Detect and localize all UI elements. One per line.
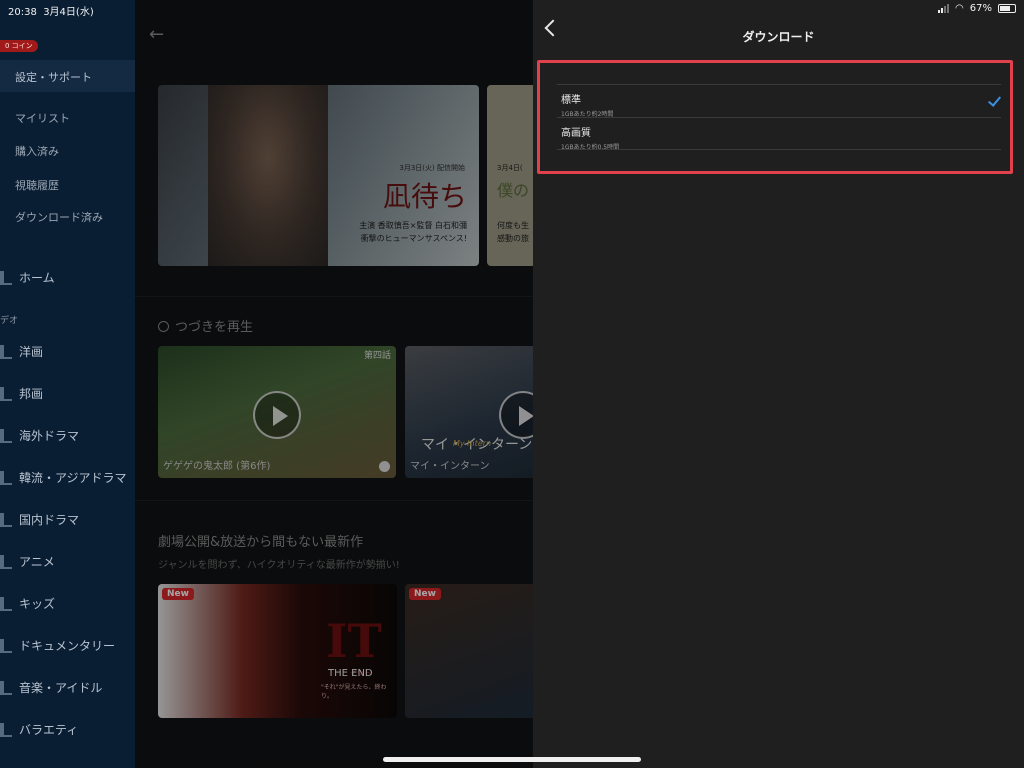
- option-divider: [557, 117, 1001, 118]
- poster-second[interactable]: New: [405, 584, 533, 718]
- history-icon: [158, 321, 169, 332]
- battery-percent: 67%: [969, 3, 992, 14]
- banner-date: 3月3日(火) 配信開始: [399, 164, 465, 172]
- option-high-quality[interactable]: 高画質 1GBあたり約0.5時間: [561, 124, 619, 151]
- mic-icon: [0, 722, 12, 737]
- sidebar-item-label: 邦画: [19, 387, 44, 401]
- wifi-icon: ◠: [955, 3, 964, 14]
- new-releases-title: 劇場公開&放送から間もない最新作: [158, 535, 364, 550]
- sidebar-item-settings[interactable]: 設定・サポート: [0, 60, 135, 92]
- sidebar: 0 コイン 設定・サポート マイリスト 購入済み 視聴履歴 ダウンロード済み ホ…: [0, 0, 135, 768]
- sidebar-item-anime[interactable]: アニメ: [0, 553, 55, 570]
- sidebar-item-label: 韓流・アジアドラマ: [19, 471, 127, 485]
- section-title-label: つづきを再生: [175, 320, 254, 335]
- main-content: ← 3月3日(火) 配信開始 凪待ち 主演 香取慎吾×監督 白石和彌 衝撃のヒュ…: [135, 0, 533, 768]
- film-icon: [0, 386, 12, 401]
- sidebar-item-home[interactable]: ホーム: [0, 269, 55, 286]
- new-badge: New: [409, 588, 441, 600]
- featured-banner-next[interactable]: 3月4日( 僕の 何度も生 感動の旅: [487, 85, 533, 266]
- banner-tagline: 衝撃のヒューマンサスペンス!: [360, 234, 467, 243]
- globe-icon: [0, 344, 12, 359]
- sidebar-item-purchased[interactable]: 購入済み: [15, 143, 59, 159]
- sidebar-item-label: 設定・サポート: [15, 71, 92, 84]
- status-time: 20:38: [8, 7, 37, 18]
- banner-cast: 主演 香取慎吾×監督 白石和彌: [359, 221, 467, 230]
- thumb-subtitle: My Intern: [453, 439, 492, 448]
- status-date: 3月4日(水): [43, 7, 94, 18]
- banner-text: 何度も生: [497, 221, 529, 230]
- home-indicator[interactable]: [383, 757, 641, 762]
- battery-icon: [998, 4, 1016, 13]
- flower-icon: [0, 512, 12, 527]
- sidebar-item-documentary[interactable]: ドキュメンタリー: [0, 637, 115, 654]
- poster-it[interactable]: New IT イット THE END "それ"が見えたら、終わり。: [158, 584, 397, 718]
- continue-watching-title: つづきを再生: [158, 316, 253, 335]
- poster-tagline: "それ"が見えたら、終わり。: [321, 684, 387, 700]
- camera-icon: [0, 638, 12, 653]
- statue-icon: [0, 428, 12, 443]
- play-icon[interactable]: [253, 391, 301, 439]
- sidebar-item-label: ホーム: [19, 271, 55, 285]
- poster-title: THE END: [328, 668, 373, 679]
- arrow-right-icon[interactable]: [379, 461, 390, 472]
- continue-item-intern[interactable]: マイ・インターン My Intern マイ・インターン: [405, 346, 533, 478]
- thumb-caption: ゲゲゲの鬼太郎 (第6作): [163, 461, 271, 472]
- sidebar-item-western-movies[interactable]: 洋画: [0, 343, 43, 360]
- sidebar-item-mylist[interactable]: マイリスト: [15, 110, 70, 126]
- banner-title: 僕の: [497, 181, 530, 200]
- episode-label: 第四話: [363, 351, 391, 361]
- option-standard[interactable]: 標準 1GBあたり約2時間: [561, 91, 613, 118]
- music-note-icon: [0, 680, 12, 695]
- sidebar-item-label: 洋画: [19, 345, 44, 359]
- home-icon: [0, 270, 12, 285]
- new-badge: New: [162, 588, 194, 600]
- download-settings-panel: ダウンロード 標準 1GBあたり約2時間 高画質 1GBあたり約0.5時間: [533, 0, 1024, 768]
- balloon-icon: [0, 596, 12, 611]
- panel-title: ダウンロード: [742, 30, 815, 44]
- sidebar-section-header: デオ: [0, 316, 19, 326]
- thumb-caption: マイ・インターン: [410, 461, 490, 472]
- sidebar-item-asian-drama[interactable]: 韓流・アジアドラマ: [0, 469, 127, 486]
- banner-text: 感動の旅: [497, 234, 529, 243]
- sidebar-item-label: 音楽・アイドル: [19, 681, 103, 695]
- character-icon: [0, 554, 12, 569]
- option-label: 高画質: [561, 128, 591, 139]
- back-arrow-icon[interactable]: ←: [149, 24, 164, 45]
- poster-logo: IT: [326, 614, 382, 668]
- sidebar-item-history[interactable]: 視聴履歴: [15, 177, 59, 193]
- banner-date: 3月4日(: [497, 164, 523, 172]
- sidebar-item-foreign-drama[interactable]: 海外ドラマ: [0, 427, 79, 444]
- sidebar-item-label: アニメ: [19, 555, 55, 569]
- status-indicators: ◠ 67%: [938, 3, 1016, 14]
- section-divider: [135, 500, 533, 501]
- sidebar-item-downloaded[interactable]: ダウンロード済み: [15, 209, 103, 225]
- section-divider: [135, 296, 533, 297]
- cellular-signal-icon: [938, 4, 950, 13]
- sidebar-item-domestic-drama[interactable]: 国内ドラマ: [0, 511, 79, 528]
- option-divider: [557, 149, 1001, 150]
- banner-key-visual: [208, 85, 328, 266]
- continue-item-kitaro[interactable]: 第四話 ゲゲゲの鬼太郎 (第6作): [158, 346, 396, 478]
- lantern-icon: [0, 470, 12, 485]
- sidebar-item-label: 海外ドラマ: [19, 429, 80, 443]
- coin-badge[interactable]: 0 コイン: [0, 40, 38, 52]
- sidebar-item-label: バラエティ: [19, 723, 79, 737]
- sidebar-item-kids[interactable]: キッズ: [0, 595, 55, 612]
- play-icon[interactable]: [499, 391, 533, 439]
- new-releases-subtitle: ジャンルを問わず、ハイクオリティな最新作が勢揃い!: [158, 560, 400, 571]
- sidebar-item-label: キッズ: [19, 597, 56, 611]
- banner-title: 凪待ち: [382, 180, 467, 213]
- sidebar-item-japanese-movies[interactable]: 邦画: [0, 385, 43, 402]
- featured-banner[interactable]: 3月3日(火) 配信開始 凪待ち 主演 香取慎吾×監督 白石和彌 衝撃のヒューマ…: [158, 85, 479, 266]
- sidebar-item-music-idol[interactable]: 音楽・アイドル: [0, 679, 102, 696]
- option-label: 標準: [561, 95, 581, 106]
- option-divider: [557, 84, 1001, 85]
- sidebar-item-label: ドキュメンタリー: [19, 639, 116, 653]
- status-time-date: 20:38 3月4日(水): [8, 3, 94, 18]
- sidebar-item-variety[interactable]: バラエティ: [0, 721, 78, 738]
- sidebar-item-label: 国内ドラマ: [19, 513, 80, 527]
